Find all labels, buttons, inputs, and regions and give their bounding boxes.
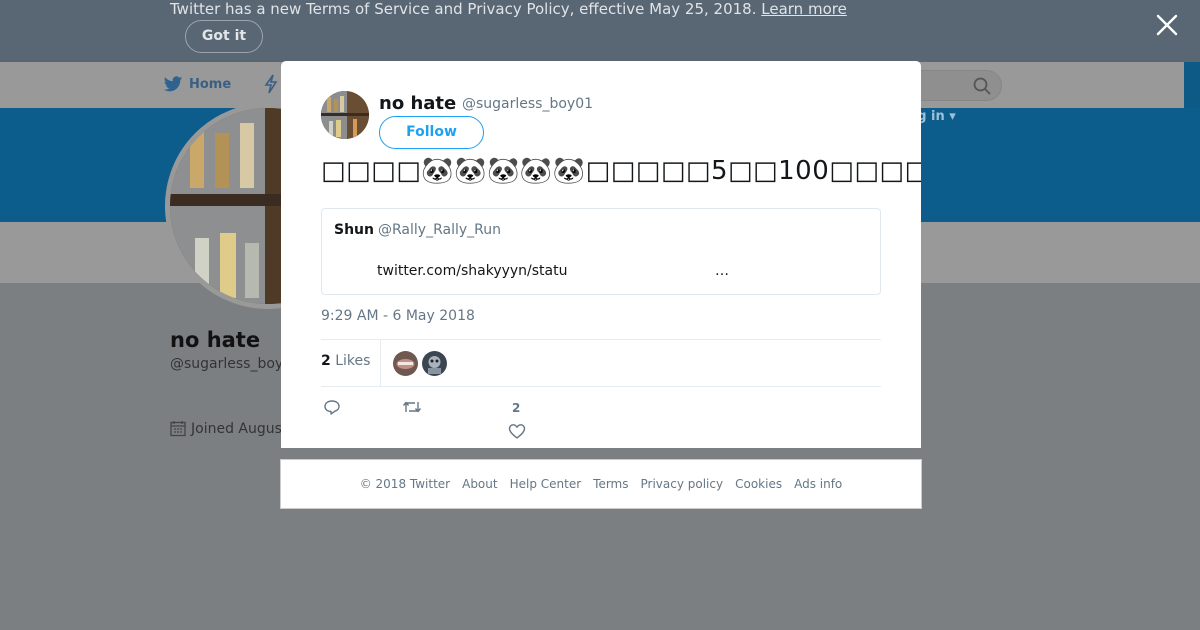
terms-notice-bar: Twitter has a new Terms of Service and P… — [0, 0, 1200, 62]
liker-avatar[interactable] — [422, 351, 447, 376]
modal-footer: © 2018 Twitter About Help Center Terms P… — [280, 459, 922, 509]
profile-joined-text: Joined August — [191, 420, 288, 437]
calendar-icon — [170, 421, 186, 437]
quoted-ellipsis: … — [715, 263, 729, 279]
liker-avatar[interactable] — [393, 351, 418, 376]
author-name[interactable]: no hate — [379, 93, 456, 114]
footer-link-help-center[interactable]: Help Center — [510, 477, 582, 491]
retweet-icon[interactable] — [402, 399, 422, 415]
footer-link-terms[interactable]: Terms — [593, 477, 628, 491]
footer-link-privacy[interactable]: Privacy policy — [641, 477, 724, 491]
tweet-timestamp[interactable]: 9:29 AM - 6 May 2018 — [321, 308, 475, 324]
close-icon[interactable] — [1154, 12, 1180, 38]
nav-edge — [1184, 62, 1200, 108]
author-handle[interactable]: @sugarless_boy01 — [462, 96, 593, 112]
footer-link-cookies[interactable]: Cookies — [735, 477, 782, 491]
footer-link-ads-info[interactable]: Ads info — [794, 477, 842, 491]
profile-name: no hate — [170, 328, 261, 352]
likes-label: Likes — [335, 353, 371, 369]
quoted-author-name: Shun — [334, 222, 374, 238]
search-icon[interactable] — [972, 76, 992, 96]
nav-home[interactable]: Home — [163, 76, 231, 93]
lightning-icon[interactable] — [263, 74, 279, 94]
footer-link-about[interactable]: About — [462, 477, 497, 491]
tweet-text: □□□□🐼🐼🐼🐼🐼□□□□□5□□100□□□□□□□□□□□□□ — [321, 156, 921, 186]
footer-copyright: © 2018 Twitter — [359, 477, 451, 491]
quoted-author-handle: @Rally_Rally_Run — [378, 222, 501, 238]
quoted-tweet[interactable]: Shun @Rally_Rally_Run twitter.com/shakyy… — [321, 208, 881, 295]
heart-icon[interactable] — [508, 423, 526, 440]
quoted-link[interactable]: twitter.com/shakyyyn/statu — [377, 263, 567, 279]
author-avatar[interactable] — [321, 91, 369, 139]
got-it-button[interactable]: Got it — [185, 20, 263, 53]
follow-button[interactable]: Follow — [379, 116, 484, 149]
nav-home-label: Home — [189, 77, 232, 92]
learn-more-link[interactable]: Learn more — [761, 0, 847, 18]
footer-links: © 2018 Twitter About Help Center Terms P… — [281, 460, 921, 508]
reply-icon[interactable] — [323, 399, 341, 416]
tweet-modal: no hate @sugarless_boy01 Follow □□□□🐼🐼🐼🐼… — [281, 61, 921, 448]
likes-stat[interactable]: 2 Likes — [321, 353, 370, 369]
likes-count: 2 — [321, 353, 331, 369]
like-count: 2 — [512, 401, 521, 415]
tweet-stats: 2 Likes — [321, 339, 881, 387]
profile-joined: Joined August — [170, 420, 287, 437]
stats-divider — [380, 340, 381, 387]
terms-notice-message: Twitter has a new Terms of Service and P… — [170, 0, 757, 18]
terms-notice-text: Twitter has a new Terms of Service and P… — [170, 0, 847, 18]
twitter-bird-icon — [163, 76, 183, 92]
profile-handle: @sugarless_boy — [170, 356, 284, 372]
